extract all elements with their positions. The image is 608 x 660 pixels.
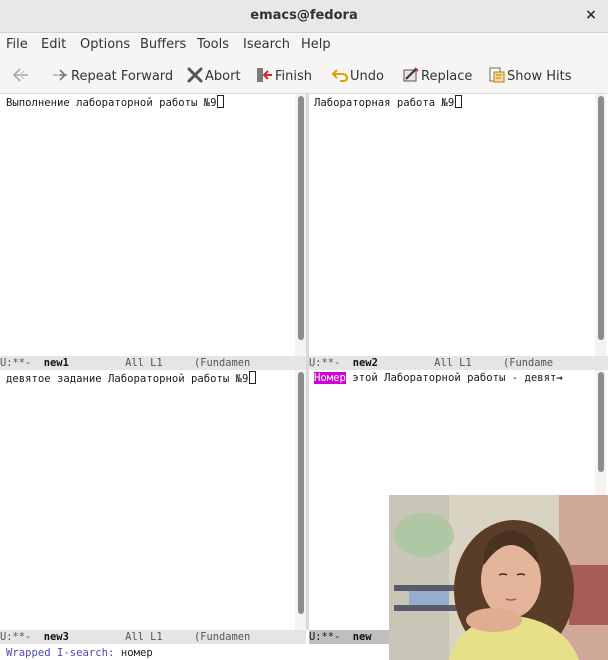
window-top-left[interactable]: Выполнение лабораторной работы №9 <box>0 94 295 356</box>
buffer-text-new1: Выполнение лабораторной работы №9 <box>6 95 225 110</box>
buffer-text-new3: девятое задание Лабораторной работы №9 <box>6 371 257 386</box>
back-arrow-icon <box>12 68 28 82</box>
buffer-name-new3: new3 <box>43 631 69 643</box>
menu-tools[interactable]: Tools <box>197 37 229 52</box>
window-title: emacs@fedora <box>250 8 358 23</box>
repeat-forward-button[interactable]: Repeat Forward <box>52 66 173 86</box>
modeline-new1[interactable]: U:**- new1 All L1 (Fundamen <box>0 356 306 370</box>
scrollbar-thumb[interactable] <box>598 372 604 472</box>
buffer-text-selected: Номер этой Лабораторной работы - девят→ <box>314 372 563 384</box>
buffer-name-new1: new1 <box>43 357 69 369</box>
webcam-overlay <box>389 495 608 660</box>
replace-label: Replace <box>421 69 473 84</box>
scrollbar-bottom-left[interactable] <box>295 370 306 630</box>
text-cursor <box>249 371 257 384</box>
window-bottom-left[interactable]: девятое задание Лабораторной работы №9 <box>0 370 295 630</box>
buffer-name-selected: new <box>352 631 372 643</box>
isearch-query: номер <box>114 647 153 659</box>
show-hits-icon <box>489 67 505 83</box>
scrollbar-thumb[interactable] <box>298 372 304 614</box>
text-cursor <box>217 95 225 108</box>
line-continuation-icon: → <box>556 372 563 384</box>
repeat-forward-label: Repeat Forward <box>71 69 174 84</box>
show-hits-label: Show Hits <box>507 69 572 84</box>
buffer-name-new2: new2 <box>352 357 378 369</box>
show-hits-button[interactable]: Show Hits <box>488 66 571 86</box>
isearch-match: Номер <box>314 372 346 384</box>
x-icon <box>187 67 203 83</box>
text-cursor <box>455 95 463 108</box>
menu-isearch[interactable]: Isearch <box>243 37 290 52</box>
menu-help[interactable]: Help <box>301 37 331 52</box>
finish-icon <box>257 68 272 82</box>
menu-edit[interactable]: Edit <box>41 37 66 52</box>
undo-icon <box>331 69 349 82</box>
toolbar: Repeat Forward Abort Finish Undo Replace… <box>0 57 608 94</box>
replace-button[interactable]: Replace <box>402 66 472 86</box>
menu-bar: File Edit Options Buffers Tools Isearch … <box>0 33 608 57</box>
finish-label: Finish <box>275 69 313 84</box>
menu-buffers[interactable]: Buffers <box>140 37 186 52</box>
abort-button[interactable]: Abort <box>186 66 241 86</box>
isearch-prompt: Wrapped I-search: <box>6 647 115 659</box>
window-top-right[interactable]: Лабораторная работа №9 <box>309 94 594 356</box>
webcam-photo <box>389 495 608 660</box>
close-icon[interactable]: × <box>582 6 600 24</box>
scrollbar-thumb[interactable] <box>298 96 304 340</box>
buffer-text-new2: Лабораторная работа №9 <box>314 95 463 110</box>
scrollbar-thumb[interactable] <box>598 96 604 340</box>
finish-button[interactable]: Finish <box>256 66 312 86</box>
forward-arrow-icon <box>53 69 67 81</box>
replace-icon <box>403 67 419 82</box>
undo-label: Undo <box>350 69 384 84</box>
menu-options[interactable]: Options <box>80 37 130 52</box>
scrollbar-top-left[interactable] <box>295 94 306 356</box>
undo-button[interactable]: Undo <box>331 66 384 86</box>
scrollbar-top-right[interactable] <box>595 94 606 356</box>
modeline-new3[interactable]: U:**- new3 All L1 (Fundamen <box>0 630 306 644</box>
modeline-new2[interactable]: U:**- new2 All L1 (Fundame <box>309 356 608 370</box>
window-titlebar: emacs@fedora × <box>0 0 608 33</box>
back-button[interactable] <box>12 66 31 86</box>
menu-file[interactable]: File <box>6 37 28 52</box>
abort-label: Abort <box>205 69 241 84</box>
